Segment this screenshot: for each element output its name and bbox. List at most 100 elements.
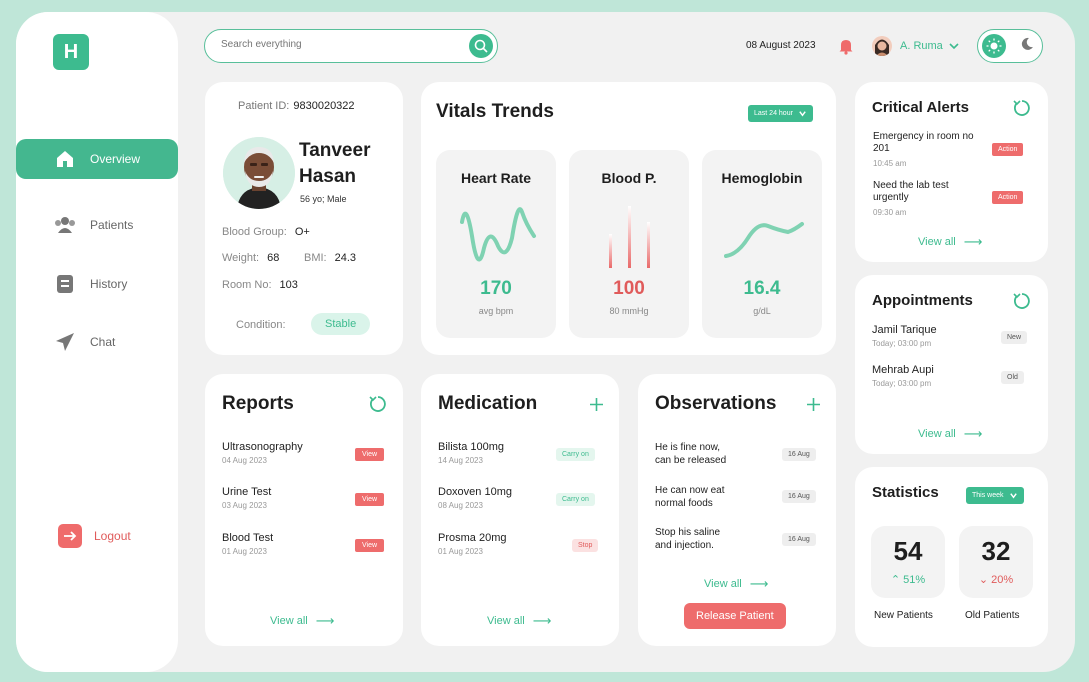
new-patients-stat: 54 ⌃ 51% — [871, 526, 945, 598]
observation-text: He is fine now, — [655, 442, 721, 453]
vital-value: 170 — [480, 278, 512, 299]
chevron-down-icon — [1009, 493, 1017, 499]
chevron-up-icon: ⌃ — [890, 574, 901, 586]
reports-card: Reports Ultrasonography 04 Aug 2023 View… — [205, 374, 403, 646]
medication-name: Doxoven 10mg — [438, 486, 512, 498]
user-menu[interactable]: A. Ruma — [872, 36, 960, 56]
vital-value: 16.4 — [743, 278, 781, 299]
alert-action-button[interactable]: Action — [992, 143, 1024, 156]
blood-group-label: Blood Group: — [222, 226, 287, 238]
vitals-title: Vitals Trends — [436, 101, 554, 122]
vital-unit: 80 mmHg — [609, 306, 649, 316]
observation-text: He can now eat — [655, 485, 725, 496]
notification-button[interactable] — [838, 38, 854, 60]
medication-status[interactable]: Stop — [572, 539, 599, 552]
plus-icon[interactable] — [589, 397, 604, 412]
document-icon — [54, 273, 76, 295]
statistics-range-dropdown[interactable]: This week — [966, 487, 1024, 504]
observation-date: 16 Aug — [782, 448, 816, 461]
medication-date: 01 Aug 2023 — [438, 547, 483, 556]
vital-title: Hemoglobin — [721, 170, 803, 186]
condition-badge: Stable — [311, 313, 371, 335]
medication-date: 14 Aug 2023 — [438, 456, 483, 465]
arrow-right-icon: ⟶ — [963, 234, 983, 249]
patient-card: Patient ID: 9830020322 Tanveer Hasan 56 y… — [205, 82, 403, 355]
stat-label: New Patients — [874, 610, 933, 621]
refresh-icon[interactable] — [1013, 99, 1031, 117]
vital-blood-pressure[interactable]: Blood P. 100 80 mmHg — [569, 150, 689, 338]
observation-text: normal foods — [655, 498, 713, 509]
medication-item: Prosma 20mg 01 Aug 2023 — [438, 532, 506, 556]
sidebar: H Overview Patients History Chat Logout — [16, 12, 178, 672]
observation-item: He can now eat normal foods — [655, 484, 725, 510]
vitals-range-dropdown[interactable]: Last 24 hour — [748, 105, 813, 122]
vital-hemoglobin[interactable]: Hemoglobin 16.4 g/dL — [702, 150, 822, 338]
light-mode-button[interactable] — [982, 34, 1006, 58]
condition-value: Stable — [311, 313, 371, 335]
refresh-icon[interactable] — [369, 395, 387, 413]
alert-time: 09:30 am — [873, 208, 907, 217]
view-all-label: View all — [704, 578, 742, 590]
weight-value: 68 — [267, 252, 280, 264]
view-all-label: View all — [918, 428, 956, 440]
alert-item: Emergency in room no 201 10:45 am — [873, 131, 983, 170]
arrow-right-icon: ⟶ — [315, 613, 335, 628]
logout-button[interactable]: Logout — [58, 524, 131, 548]
app-logo[interactable]: H — [53, 34, 89, 70]
users-icon — [54, 214, 76, 236]
statistics-card: Statistics This week 54 ⌃ 51% 32 ⌄ 20% N… — [855, 467, 1048, 647]
report-view-button[interactable]: View — [355, 493, 385, 506]
patient-age-sex: 56 yo; Male — [300, 194, 347, 204]
sun-icon — [986, 38, 1002, 54]
alert-item: Need the lab test urgently 09:30 am — [873, 180, 983, 219]
alerts-view-all-link[interactable]: View all ⟶ — [918, 234, 982, 250]
medication-name: Prosma 20mg — [438, 532, 507, 544]
report-name: Ultrasonography — [222, 441, 303, 453]
report-view-button[interactable]: View — [355, 448, 385, 461]
medication-item: Doxoven 10mg 08 Aug 2023 — [438, 486, 512, 510]
current-date: 08 August 2023 — [746, 40, 816, 51]
medication-card: Medication Bilista 100mg 14 Aug 2023 Car… — [421, 374, 619, 646]
sidebar-item-label: History — [90, 277, 128, 291]
appointments-view-all-link[interactable]: View all ⟶ — [918, 426, 982, 442]
appointment-item[interactable]: Mehrab Aupi Today; 03:00 pm — [872, 364, 934, 388]
hemoglobin-graph — [724, 222, 804, 258]
report-item: Ultrasonography 04 Aug 2023 — [222, 441, 303, 465]
vital-title: Blood P. — [601, 170, 657, 186]
medication-item: Bilista 100mg 14 Aug 2023 — [438, 441, 504, 465]
sidebar-item-chat[interactable]: Chat — [16, 322, 178, 362]
report-item: Blood Test 01 Aug 2023 — [222, 532, 273, 556]
stat-change: ⌄ 20% — [959, 573, 1033, 586]
release-patient-button[interactable]: Release Patient — [684, 603, 786, 629]
plus-icon[interactable] — [806, 397, 821, 412]
observation-item: Stop his saline and injection. — [655, 526, 720, 552]
patient-id-label: Patient ID: — [238, 100, 290, 112]
alert-time: 10:45 am — [873, 159, 907, 168]
search-input[interactable] — [221, 39, 451, 50]
dark-mode-button[interactable] — [1020, 37, 1034, 56]
search-icon — [474, 39, 488, 53]
reports-view-all-link[interactable]: View all ⟶ — [270, 613, 334, 629]
sidebar-item-overview[interactable]: Overview — [16, 139, 178, 179]
condition-label: Condition: — [236, 319, 286, 331]
sidebar-item-history[interactable]: History — [16, 264, 178, 304]
refresh-icon[interactable] — [1013, 292, 1031, 310]
report-date: 04 Aug 2023 — [222, 456, 267, 465]
search-button[interactable] — [469, 34, 493, 58]
observations-view-all-link[interactable]: View all ⟶ — [704, 576, 768, 592]
medication-status[interactable]: Carry on — [556, 448, 595, 461]
report-date: 03 Aug 2023 — [222, 501, 267, 510]
vital-unit: g/dL — [753, 306, 771, 316]
theme-toggle[interactable] — [977, 29, 1043, 63]
blood-group-value: O+ — [294, 226, 310, 238]
bmi-label: BMI: — [304, 252, 327, 264]
appointments-title: Appointments — [872, 292, 973, 309]
sidebar-item-patients[interactable]: Patients — [16, 205, 178, 245]
report-view-button[interactable]: View — [355, 539, 385, 552]
chevron-down-icon — [949, 43, 959, 50]
medication-view-all-link[interactable]: View all ⟶ — [487, 613, 551, 629]
alert-action-button[interactable]: Action — [992, 191, 1024, 204]
vital-heart-rate[interactable]: Heart Rate 170 avg bpm — [436, 150, 556, 338]
appointment-item[interactable]: Jamil Tarique Today; 03:00 pm — [872, 324, 937, 348]
medication-status[interactable]: Carry on — [556, 493, 595, 506]
